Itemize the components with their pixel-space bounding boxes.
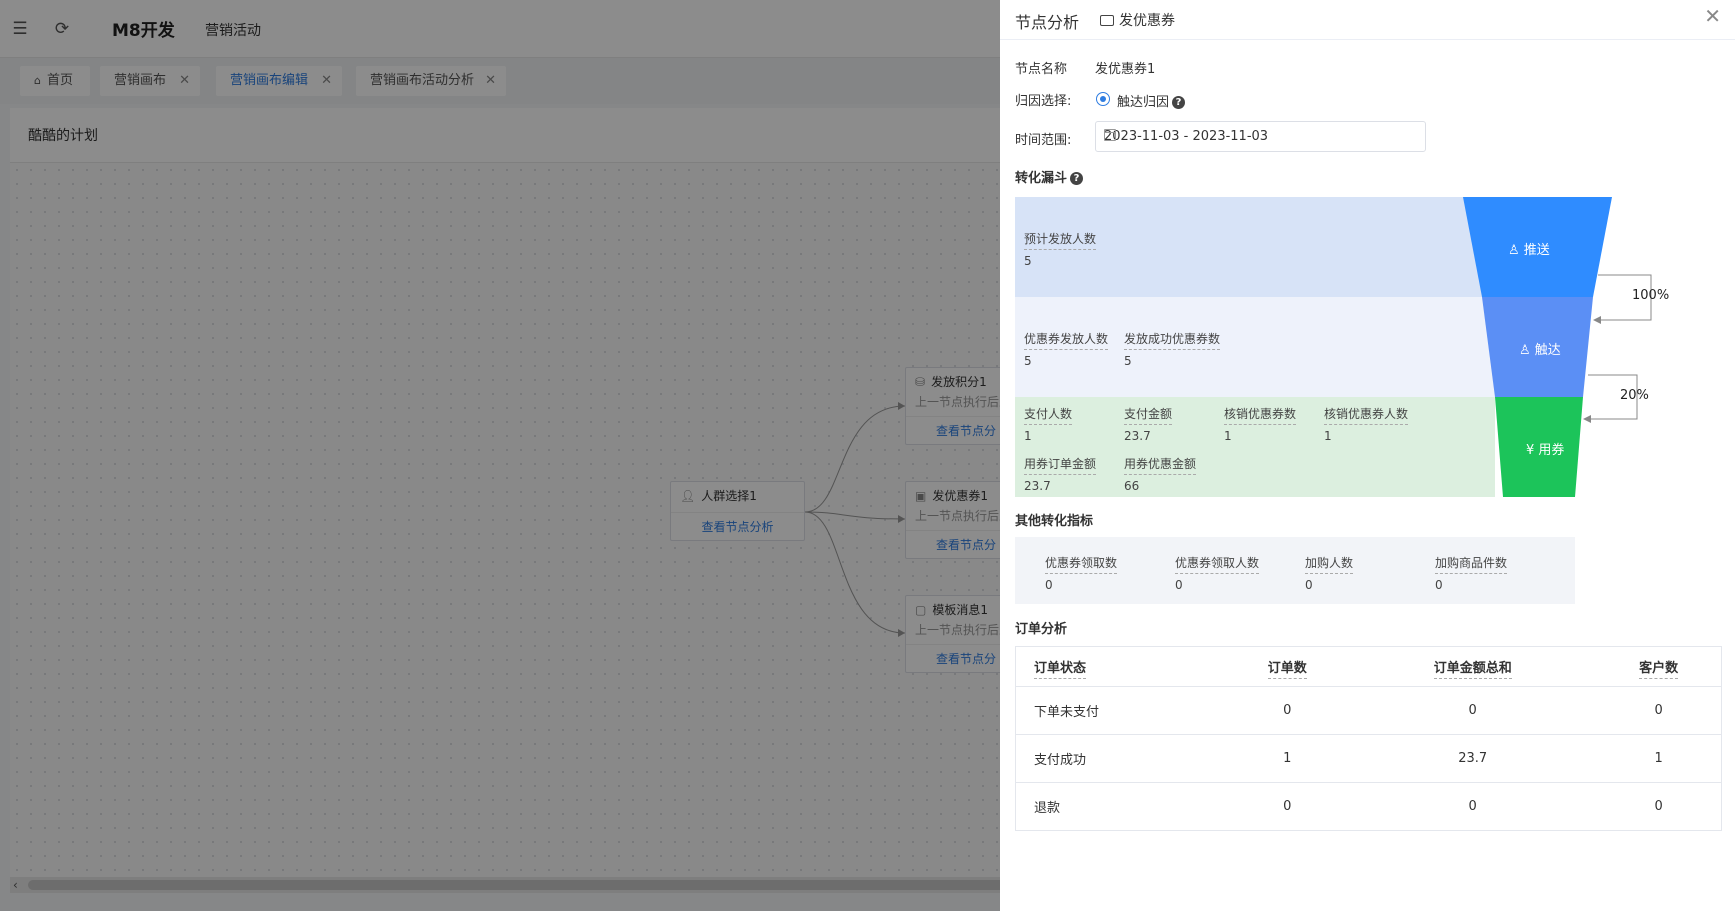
metric-expected-recipients: 预计发放人数 5	[1024, 232, 1097, 268]
table-row: 下单未支付 0 0 0	[1015, 686, 1722, 735]
yuan-icon: ¥	[1526, 443, 1535, 458]
order-analysis-table: 订单状态 订单数 订单金额总和 客户数 下单未支付 0 0 0 支付成功 1 2…	[1015, 646, 1722, 831]
column-header: 订单数	[1225, 646, 1350, 687]
other-metrics-panel: 优惠券领取数 0 优惠券领取人数 0 加购人数 0 加购商品件数 0	[1015, 537, 1575, 604]
table-cell: 0	[1349, 686, 1597, 735]
table-cell: 0	[1349, 782, 1597, 831]
table-cell: 0	[1596, 686, 1722, 735]
metric-add-to-cart-items: 加购商品件数 0	[1435, 556, 1508, 592]
user-icon: ♙	[1508, 243, 1520, 258]
table-cell: 1	[1225, 734, 1350, 783]
table-cell: 1	[1596, 734, 1722, 783]
metric-redeemed-users: 核销优惠券人数 1	[1324, 407, 1409, 443]
metric-coupons-issued: 发放成功优惠券数 5	[1124, 332, 1221, 368]
metric-coupon-issued-users: 优惠券发放人数 5	[1024, 332, 1109, 368]
table-cell: 0	[1596, 782, 1722, 831]
order-analysis-title: 订单分析	[1015, 622, 1068, 637]
rate-reach-to-use: 20%	[1620, 388, 1649, 403]
table-cell: 23.7	[1349, 734, 1597, 783]
metric-coupon-claim-users: 优惠券领取人数 0	[1175, 556, 1260, 592]
metric-paying-users: 支付人数 1	[1024, 407, 1073, 443]
column-header: 订单状态	[1015, 646, 1226, 687]
funnel-stage-reach-label: ♙ 触达	[1519, 343, 1561, 358]
table-cell: 下单未支付	[1015, 686, 1226, 735]
metric-add-to-cart-users: 加购人数 0	[1305, 556, 1354, 592]
metric-payment-amount: 支付金额 23.7	[1124, 407, 1173, 443]
table-cell: 0	[1225, 686, 1350, 735]
funnel-stage-use-label: ¥ 用券	[1526, 443, 1565, 458]
funnel-stage-push-label: ♙ 推送	[1508, 243, 1550, 258]
column-header: 订单金额总和	[1349, 646, 1597, 687]
metric-coupon-claims: 优惠券领取数 0	[1045, 556, 1118, 592]
table-row: 退款 0 0 0	[1015, 782, 1722, 831]
rate-push-to-reach: 100%	[1632, 288, 1670, 303]
metric-redeemed-coupons: 核销优惠券数 1	[1224, 407, 1297, 443]
table-cell: 退款	[1015, 782, 1226, 831]
metric-coupon-order-amount: 用券订单金额 23.7	[1024, 457, 1097, 493]
metric-coupon-discount-amount: 用券优惠金额 66	[1124, 457, 1197, 493]
user-icon: ♙	[1519, 343, 1531, 358]
column-header: 客户数	[1596, 646, 1722, 687]
other-metrics-title: 其他转化指标	[1015, 514, 1094, 529]
table-header-row: 订单状态 订单数 订单金额总和 客户数	[1015, 646, 1722, 687]
node-analysis-drawer: 节点分析 发优惠券 ✕ 节点名称 发优惠券1 归因选择: 触达归因? 时间范围:…	[1000, 0, 1735, 911]
table-cell: 0	[1225, 782, 1350, 831]
table-row: 支付成功 1 23.7 1	[1015, 734, 1722, 783]
table-cell: 支付成功	[1015, 734, 1226, 783]
